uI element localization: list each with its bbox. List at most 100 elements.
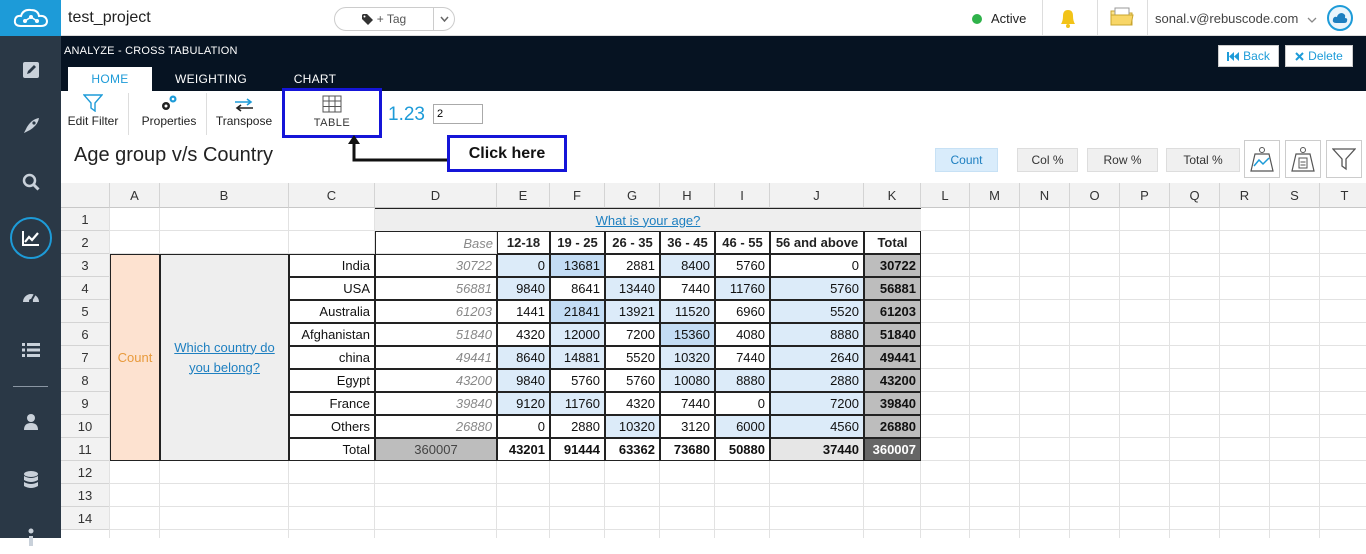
column-header[interactable]: T	[1320, 183, 1366, 208]
data-cell[interactable]: 5520	[605, 346, 660, 369]
column-header[interactable]: A	[110, 183, 160, 208]
data-cell[interactable]: 2881	[605, 254, 660, 277]
row-header[interactable]: 5	[61, 300, 110, 323]
data-cell[interactable]: 8880	[770, 323, 864, 346]
data-cell[interactable]: 7200	[770, 392, 864, 415]
transpose-button[interactable]: Transpose	[212, 91, 276, 137]
data-cell[interactable]: 2880	[550, 415, 605, 438]
row-percent-button[interactable]: Row %	[1087, 148, 1158, 172]
row-header[interactable]: 9	[61, 392, 110, 415]
data-cell[interactable]: 8880	[715, 369, 770, 392]
files-button[interactable]	[1110, 7, 1134, 32]
tab-home[interactable]: HOME	[68, 67, 152, 91]
data-cell[interactable]: 3120	[660, 415, 715, 438]
nav-info[interactable]	[0, 514, 61, 554]
data-cell[interactable]: 2880	[770, 369, 864, 392]
column-header[interactable]: R	[1220, 183, 1270, 208]
data-cell[interactable]: 9840	[497, 369, 550, 392]
tab-weighting[interactable]: WEIGHTING	[166, 67, 256, 91]
column-header[interactable]: L	[921, 183, 970, 208]
notifications-button[interactable]	[1058, 7, 1078, 34]
data-cell[interactable]: 0	[497, 254, 550, 277]
row-header[interactable]: 4	[61, 277, 110, 300]
calculate-weight-button[interactable]	[1285, 140, 1321, 178]
nav-dashboard[interactable]	[0, 276, 61, 316]
table-button[interactable]: TABLE	[282, 88, 382, 138]
column-header[interactable]: I	[715, 183, 770, 208]
data-cell[interactable]: 8640	[497, 346, 550, 369]
filter-table-button[interactable]	[1326, 140, 1362, 178]
app-logo[interactable]	[0, 0, 61, 36]
data-cell[interactable]: 12000	[550, 323, 605, 346]
column-header[interactable]: E	[497, 183, 550, 208]
column-header[interactable]: G	[605, 183, 660, 208]
data-cell[interactable]: 2640	[770, 346, 864, 369]
row-header[interactable]: 7	[61, 346, 110, 369]
user-menu-toggle[interactable]	[1307, 10, 1317, 28]
col-percent-button[interactable]: Col %	[1017, 148, 1078, 172]
data-cell[interactable]: 5760	[770, 277, 864, 300]
nav-search[interactable]	[0, 162, 61, 202]
data-cell[interactable]: 1441	[497, 300, 550, 323]
row-header[interactable]: 8	[61, 369, 110, 392]
column-header[interactable]: S	[1270, 183, 1320, 208]
column-header[interactable]: N	[1020, 183, 1070, 208]
data-cell[interactable]: 4320	[605, 392, 660, 415]
delete-button[interactable]: Delete	[1285, 45, 1353, 67]
data-cell[interactable]: 4320	[497, 323, 550, 346]
column-header[interactable]: H	[660, 183, 715, 208]
data-cell[interactable]: 7440	[660, 277, 715, 300]
data-cell[interactable]: 14881	[550, 346, 605, 369]
data-cell[interactable]: 9120	[497, 392, 550, 415]
row-header[interactable]: 11	[61, 438, 110, 461]
nav-list[interactable]	[0, 330, 61, 370]
nav-launch[interactable]	[0, 106, 61, 146]
row-header[interactable]: 6	[61, 323, 110, 346]
row-header[interactable]: 13	[61, 484, 110, 507]
user-email[interactable]: sonal.v@rebuscode.com	[1155, 11, 1298, 26]
data-cell[interactable]: 7200	[605, 323, 660, 346]
column-header[interactable]: M	[970, 183, 1020, 208]
data-cell[interactable]: 6960	[715, 300, 770, 323]
properties-button[interactable]: Properties	[136, 91, 202, 137]
data-cell[interactable]: 9840	[497, 277, 550, 300]
column-header[interactable]: J	[770, 183, 864, 208]
data-cell[interactable]: 7440	[715, 346, 770, 369]
data-cell[interactable]: 0	[770, 254, 864, 277]
data-cell[interactable]: 8641	[550, 277, 605, 300]
data-cell[interactable]: 4080	[715, 323, 770, 346]
data-cell[interactable]: 0	[715, 392, 770, 415]
side-question-link[interactable]: Which country do you belong?	[160, 254, 289, 461]
decimal-places-input[interactable]	[433, 104, 483, 124]
crosstab-spreadsheet[interactable]: A B C D E F G H I J K L M N O P Q R S T 1 2 3 4 5 6 7 8 9 10 11 12 13 14 W…	[61, 183, 1366, 538]
question-header[interactable]: What is your age?	[375, 208, 921, 231]
data-cell[interactable]: 6000	[715, 415, 770, 438]
significance-test-button[interactable]	[1244, 140, 1280, 178]
column-header[interactable]: P	[1120, 183, 1170, 208]
column-header[interactable]: Q	[1170, 183, 1220, 208]
row-header[interactable]: 14	[61, 507, 110, 530]
row-header[interactable]: 12	[61, 461, 110, 484]
column-header[interactable]: B	[160, 183, 289, 208]
data-cell[interactable]: 13921	[605, 300, 660, 323]
data-cell[interactable]: 13681	[550, 254, 605, 277]
nav-database[interactable]	[0, 460, 61, 500]
column-header[interactable]: C	[289, 183, 375, 208]
data-cell[interactable]: 10080	[660, 369, 715, 392]
data-cell[interactable]: 15360	[660, 323, 715, 346]
data-cell[interactable]: 5520	[770, 300, 864, 323]
column-header[interactable]: O	[1070, 183, 1120, 208]
total-percent-button[interactable]: Total %	[1166, 148, 1240, 172]
column-header[interactable]: D	[375, 183, 497, 208]
data-cell[interactable]: 7440	[660, 392, 715, 415]
data-cell[interactable]: 4560	[770, 415, 864, 438]
column-header[interactable]: K	[864, 183, 921, 208]
row-header[interactable]: 3	[61, 254, 110, 277]
column-header[interactable]: F	[550, 183, 605, 208]
data-cell[interactable]: 11520	[660, 300, 715, 323]
avatar[interactable]	[1327, 5, 1353, 31]
edit-filter-button[interactable]: Edit Filter	[64, 91, 122, 137]
row-header[interactable]: 10	[61, 415, 110, 438]
back-button[interactable]: Back	[1218, 45, 1279, 67]
add-tag-button[interactable]: + Tag	[334, 7, 434, 31]
